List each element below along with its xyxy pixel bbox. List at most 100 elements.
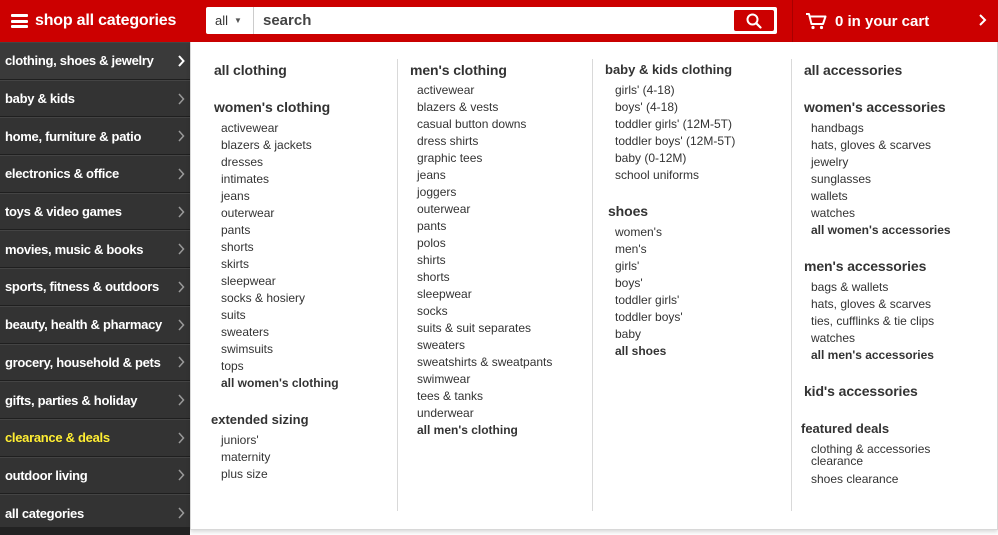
category-link[interactable]: sweaters bbox=[417, 338, 465, 352]
category-link[interactable]: blazers & vests bbox=[417, 100, 498, 114]
baby-kids-clothing-heading[interactable]: baby & kids clothing bbox=[605, 62, 732, 77]
page-background-strip bbox=[0, 527, 190, 535]
sidebar-item[interactable]: sports, fitness & outdoors bbox=[0, 268, 190, 306]
category-link[interactable]: hats, gloves & scarves bbox=[811, 138, 931, 152]
category-link[interactable]: dresses bbox=[221, 155, 263, 169]
all-womens-accessories-link[interactable]: all women's accessories bbox=[811, 223, 951, 237]
category-link[interactable]: girls' bbox=[615, 259, 639, 273]
category-link[interactable]: sunglasses bbox=[811, 172, 871, 186]
category-link[interactable]: school uniforms bbox=[615, 168, 699, 182]
sidebar-item[interactable]: home, furniture & patio bbox=[0, 117, 190, 156]
all-shoes-link[interactable]: all shoes bbox=[615, 344, 666, 358]
shoes-clearance-link[interactable]: shoes clearance bbox=[811, 472, 898, 486]
category-link[interactable]: sleepwear bbox=[221, 274, 276, 288]
category-link[interactable]: socks & hosiery bbox=[221, 291, 305, 305]
category-link[interactable]: outerwear bbox=[417, 202, 470, 216]
category-link[interactable]: casual button downs bbox=[417, 117, 526, 131]
category-link[interactable]: toddler boys' bbox=[615, 310, 683, 324]
category-link[interactable]: dress shirts bbox=[417, 134, 478, 148]
sidebar-item[interactable]: gifts, parties & holiday bbox=[0, 381, 190, 419]
category-link[interactable]: bags & wallets bbox=[811, 280, 888, 294]
category-link[interactable]: tops bbox=[221, 359, 244, 373]
column-baby-kids: baby & kids clothing girls' (4-18) boys' … bbox=[593, 42, 791, 529]
category-link[interactable]: toddler girls' (12M-5T) bbox=[615, 117, 732, 131]
category-link[interactable]: blazers & jackets bbox=[221, 138, 312, 152]
category-link[interactable]: jeans bbox=[417, 168, 446, 182]
sidebar-item[interactable]: outdoor living bbox=[0, 456, 190, 495]
category-link[interactable]: shorts bbox=[417, 270, 450, 284]
category-link[interactable]: handbags bbox=[811, 121, 864, 135]
category-link[interactable]: juniors' bbox=[221, 433, 259, 447]
category-link[interactable]: suits bbox=[221, 308, 246, 322]
category-link[interactable]: women's bbox=[615, 225, 662, 239]
category-link[interactable]: hats, gloves & scarves bbox=[811, 297, 931, 311]
womens-accessories-heading[interactable]: women's accessories bbox=[804, 99, 946, 115]
category-link[interactable]: toddler girls' bbox=[615, 293, 679, 307]
category-link[interactable]: baby bbox=[615, 327, 641, 341]
category-link[interactable]: jeans bbox=[221, 189, 250, 203]
category-link[interactable]: girls' (4-18) bbox=[615, 83, 675, 97]
category-link[interactable]: pants bbox=[221, 223, 250, 237]
category-link[interactable]: tees & tanks bbox=[417, 389, 483, 403]
all-mens-accessories-link[interactable]: all men's accessories bbox=[811, 348, 934, 362]
category-link[interactable]: sweaters bbox=[221, 325, 269, 339]
chevron-right-icon bbox=[178, 206, 185, 218]
clothing-accessories-clearance-link[interactable]: clothing & accessories clearance bbox=[811, 443, 941, 467]
category-link[interactable]: shirts bbox=[417, 253, 446, 267]
search-button[interactable] bbox=[734, 10, 774, 31]
category-link[interactable]: ties, cufflinks & tie clips bbox=[811, 314, 934, 328]
category-link[interactable]: underwear bbox=[417, 406, 474, 420]
category-link[interactable]: wallets bbox=[811, 189, 848, 203]
all-womens-clothing-link[interactable]: all women's clothing bbox=[221, 376, 339, 390]
sidebar-item[interactable]: movies, music & books bbox=[0, 230, 190, 269]
category-link[interactable]: baby (0-12M) bbox=[615, 151, 686, 165]
category-link[interactable]: watches bbox=[811, 331, 855, 345]
all-accessories-link[interactable]: all accessories bbox=[804, 62, 902, 78]
category-link[interactable]: pants bbox=[417, 219, 446, 233]
category-link[interactable]: plus size bbox=[221, 467, 268, 481]
mens-clothing-heading[interactable]: men's clothing bbox=[410, 62, 507, 78]
category-link[interactable]: intimates bbox=[221, 172, 269, 186]
category-link[interactable]: sweatshirts & sweatpants bbox=[417, 355, 552, 369]
category-link[interactable]: men's bbox=[615, 242, 647, 256]
all-clothing-link[interactable]: all clothing bbox=[214, 62, 287, 78]
category-link[interactable]: activewear bbox=[221, 121, 278, 135]
category-link[interactable]: toddler boys' (12M-5T) bbox=[615, 134, 735, 148]
search-input[interactable] bbox=[254, 8, 734, 33]
shop-all-categories-button[interactable]: shop all categories bbox=[0, 0, 192, 42]
category-link[interactable]: maternity bbox=[221, 450, 270, 464]
sidebar-item[interactable]: clothing, shoes & jewelry bbox=[0, 42, 190, 80]
sidebar-item[interactable]: electronics & office bbox=[0, 155, 190, 193]
category-link[interactable]: swimwear bbox=[417, 372, 470, 386]
mens-accessories-heading[interactable]: men's accessories bbox=[804, 258, 926, 274]
search-scope-select[interactable]: all ▼ bbox=[206, 7, 254, 34]
chevron-right-icon bbox=[178, 394, 185, 406]
kids-accessories-heading[interactable]: kid's accessories bbox=[804, 383, 918, 399]
category-link[interactable]: graphic tees bbox=[417, 151, 482, 165]
category-link[interactable]: shorts bbox=[221, 240, 254, 254]
sidebar-item[interactable]: toys & video games bbox=[0, 192, 190, 231]
sidebar-item[interactable]: beauty, health & pharmacy bbox=[0, 305, 190, 344]
category-link[interactable]: swimsuits bbox=[221, 342, 273, 356]
category-link[interactable]: suits & suit separates bbox=[417, 321, 531, 335]
category-link[interactable]: joggers bbox=[417, 185, 456, 199]
cart-button[interactable]: 0 in your cart bbox=[805, 0, 998, 42]
column-all-clothing: all clothing women's clothing activewear… bbox=[191, 42, 396, 529]
sidebar-item[interactable]: baby & kids bbox=[0, 79, 190, 118]
category-link[interactable]: sleepwear bbox=[417, 287, 472, 301]
category-link[interactable]: watches bbox=[811, 206, 855, 220]
category-link[interactable]: jewelry bbox=[811, 155, 848, 169]
category-link[interactable]: boys' (4-18) bbox=[615, 100, 678, 114]
category-link[interactable]: socks bbox=[417, 304, 448, 318]
category-link[interactable]: boys' bbox=[615, 276, 643, 290]
category-link[interactable]: outerwear bbox=[221, 206, 274, 220]
category-link[interactable]: activewear bbox=[417, 83, 474, 97]
sidebar-item[interactable]: clearance & deals bbox=[0, 418, 190, 457]
all-mens-clothing-link[interactable]: all men's clothing bbox=[417, 423, 518, 437]
sidebar-item[interactable]: grocery, household & pets bbox=[0, 343, 190, 382]
sidebar-item-label: clearance & deals bbox=[5, 430, 110, 446]
womens-clothing-heading[interactable]: women's clothing bbox=[214, 99, 330, 115]
category-link[interactable]: polos bbox=[417, 236, 446, 250]
shoes-heading[interactable]: shoes bbox=[608, 203, 648, 219]
category-link[interactable]: skirts bbox=[221, 257, 249, 271]
